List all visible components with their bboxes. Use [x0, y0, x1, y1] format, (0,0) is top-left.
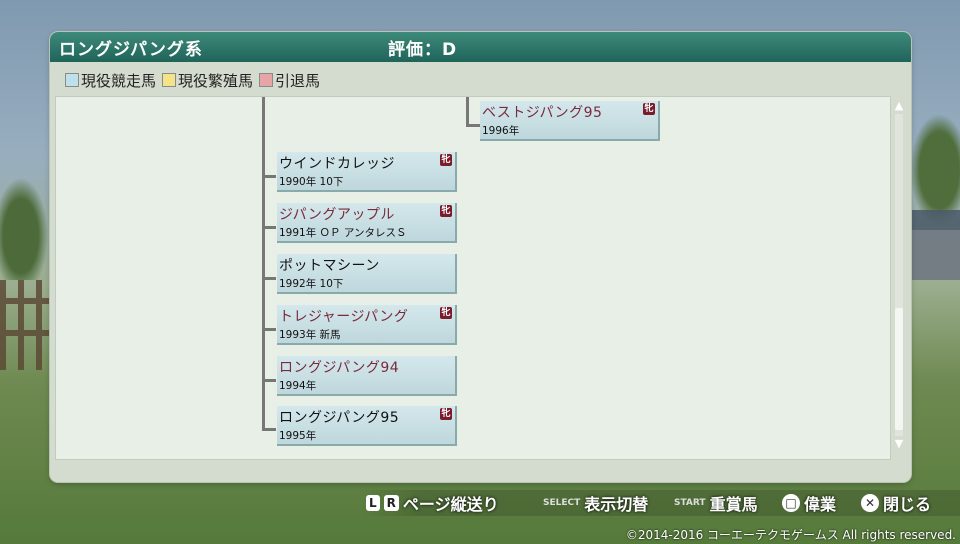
tree-branch [262, 175, 276, 178]
horse-name: ロングジパング95 [279, 410, 400, 426]
horse-name: ロングジパング94 [279, 360, 400, 376]
tree-branch [262, 328, 276, 331]
background-barn [908, 210, 960, 280]
legend-label: 引退馬 [275, 71, 321, 90]
scroll-thumb[interactable] [895, 308, 903, 430]
filly-mark-icon: 牝 [643, 103, 655, 115]
horse-name: ウインドカレッジ [279, 156, 395, 172]
horse-card[interactable]: ポットマシーン 1992年 10下 [277, 254, 457, 294]
hint-label: 閉じる [883, 495, 932, 514]
horse-name: ベストジパング95 [482, 105, 603, 121]
horse-card[interactable]: ウインドカレッジ 牝 1990年 10下 [277, 152, 457, 192]
title-bar: ロングジパング系 評価：D [50, 32, 911, 62]
filly-mark-icon: 牝 [440, 307, 452, 319]
horse-info: 1992年 10下 [279, 278, 344, 290]
pedigree-panel: ロングジパング系 評価：D 現役競走馬 現役繁殖馬 引退馬 ベストジパング95 [50, 32, 911, 482]
hint-achievements[interactable]: □ 偉業 [782, 492, 836, 514]
legend-item-active-breeder: 現役繁殖馬 [162, 70, 253, 91]
horse-card[interactable]: トレジャージパング 牝 1993年 新馬 [277, 305, 457, 345]
horse-info: 1991年 ＯＰ アンタレスＳ [279, 227, 407, 239]
hint-label: 重賞馬 [709, 495, 758, 514]
horse-info: 1990年 10下 [279, 176, 344, 188]
cross-button-icon: ✕ [861, 494, 879, 512]
tree-branch [466, 124, 480, 127]
hint-page-scroll[interactable]: L R ページ縦送り [366, 492, 499, 514]
rating-label: 評価：D [388, 40, 458, 60]
horse-card[interactable]: ジパングアップル 牝 1991年 ＯＰ アンタレスＳ [277, 203, 457, 243]
legend-swatch-active [65, 73, 79, 87]
legend-label: 現役競走馬 [81, 71, 157, 90]
horse-info: 1993年 新馬 [279, 329, 341, 341]
square-button-icon: □ [782, 494, 800, 512]
lineage-title: ロングジパング系 [59, 40, 203, 60]
horse-name: ジパングアップル [279, 207, 395, 223]
hint-close[interactable]: ✕ 閉じる [861, 492, 931, 514]
legend-item-active-racehorse: 現役競走馬 [65, 70, 156, 91]
hint-label: ページ縦送り [402, 495, 499, 514]
legend-swatch-breeder [162, 73, 177, 87]
filly-mark-icon: 牝 [440, 154, 452, 166]
horse-card[interactable]: ベストジパング95 牝 1996年 [480, 101, 660, 141]
horse-card[interactable]: ロングジパング95 牝 1995年 [277, 406, 457, 446]
horse-name: トレジャージパング [279, 309, 409, 325]
background-fence [0, 280, 52, 370]
legend: 現役競走馬 現役繁殖馬 引退馬 [65, 70, 320, 90]
horse-info: 1996年 [482, 125, 520, 137]
l-button-icon: L [366, 495, 380, 511]
legend-label: 現役繁殖馬 [178, 71, 254, 90]
scroll-down-arrow-icon[interactable]: ▼ [893, 438, 905, 450]
legend-swatch-retired [259, 73, 274, 87]
start-button-icon: START [674, 498, 706, 508]
tree-branch [262, 379, 276, 382]
horse-info: 1994年 [279, 380, 317, 392]
tree-branch [262, 277, 276, 280]
filly-mark-icon: 牝 [440, 205, 452, 217]
r-button-icon: R [383, 495, 399, 511]
tree-sub-connector [466, 97, 469, 127]
tree-branch [262, 226, 276, 229]
horse-card[interactable]: ロングジパング94 1994年 [277, 356, 457, 396]
hint-graded-winners[interactable]: START 重賞馬 [674, 492, 758, 514]
hint-display-toggle[interactable]: SELECT 表示切替 [543, 492, 648, 514]
hint-label: 表示切替 [584, 495, 649, 514]
pedigree-tree[interactable]: ベストジパング95 牝 1996年 ウインドカレッジ 牝 1990年 10下 ジ… [55, 96, 891, 460]
hint-label: 偉業 [804, 495, 837, 514]
tree-branch [262, 428, 276, 431]
horse-name: ポットマシーン [279, 258, 380, 274]
filly-mark-icon: 牝 [440, 408, 452, 420]
scroll-up-arrow-icon[interactable]: ▲ [893, 100, 905, 112]
background-trees-left [0, 170, 52, 280]
scrollbar[interactable]: ▲ ▼ [892, 100, 906, 450]
legend-item-retired: 引退馬 [259, 70, 320, 91]
horse-info: 1995年 [279, 430, 317, 442]
copyright-notice: ©2014-2016 コーエーテクモゲームス All rights reserv… [625, 528, 956, 542]
select-button-icon: SELECT [543, 498, 581, 508]
